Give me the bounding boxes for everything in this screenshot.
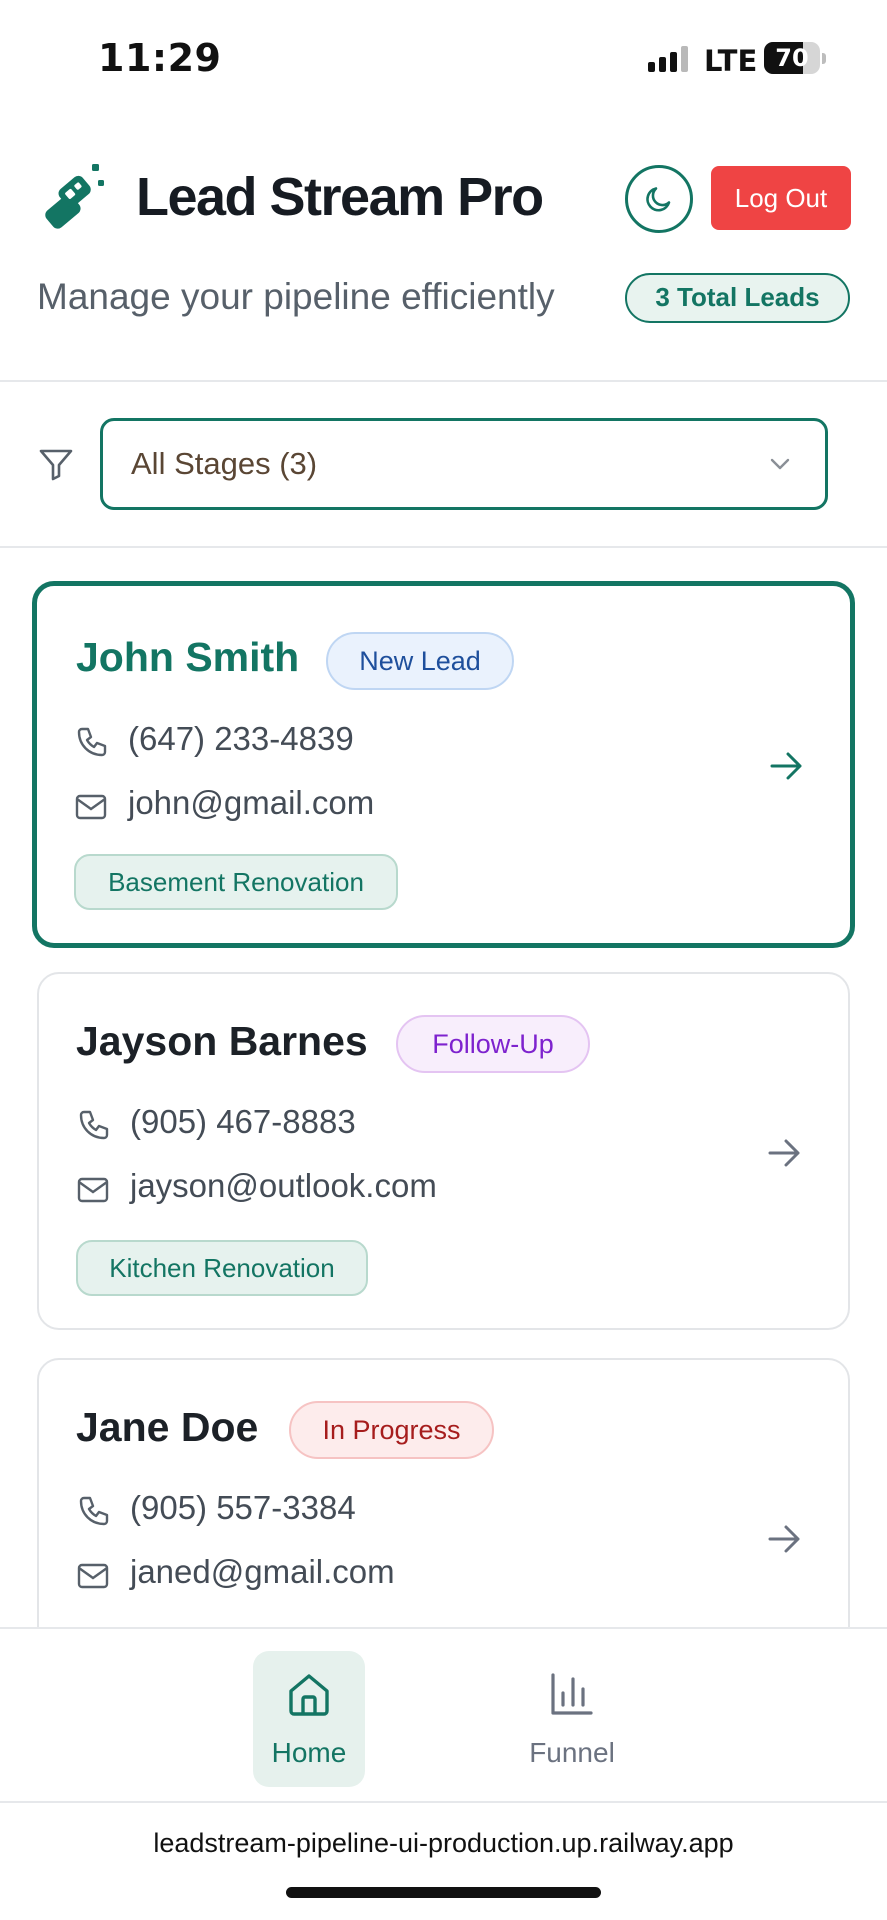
nav-funnel[interactable]: Funnel (516, 1651, 628, 1787)
stage-badge: Follow-Up (396, 1015, 590, 1073)
chevron-down-icon (770, 458, 790, 470)
arrow-right-icon[interactable] (764, 1133, 804, 1173)
stage-badge: In Progress (289, 1401, 494, 1459)
nav-home-label: Home (271, 1737, 347, 1768)
home-icon (289, 1674, 329, 1716)
arrow-right-icon[interactable] (766, 746, 806, 786)
browser-url[interactable]: leadstream-pipeline-ui-production.up.rai… (0, 1828, 887, 1859)
mail-icon (77, 1177, 109, 1203)
lead-card[interactable]: John Smith New Lead (647) 233-4839 john@… (32, 581, 855, 948)
lead-card[interactable]: Jayson Barnes Follow-Up (905) 467-8883 j… (37, 972, 850, 1330)
app-title: Lead Stream Pro (136, 167, 544, 227)
theme-toggle-button[interactable] (625, 165, 693, 233)
logout-button[interactable]: Log Out (711, 166, 851, 230)
signal-strength-icon (648, 46, 692, 72)
filter-icon (39, 449, 73, 481)
bar-chart-icon (551, 1673, 593, 1715)
battery-icon: 70 (764, 42, 826, 74)
page-subtitle: Manage your pipeline efficiently (37, 276, 555, 317)
lead-phone: (905) 557-3384 (130, 1489, 356, 1526)
lead-email: john@gmail.com (128, 784, 375, 821)
total-leads-badge: 3 Total Leads (625, 273, 850, 323)
lead-name: Jayson Barnes (76, 1018, 368, 1064)
stage-badge: New Lead (326, 632, 514, 690)
stage-filter-value: All Stages (3) (131, 446, 318, 481)
lead-email: janed@gmail.com (130, 1553, 395, 1590)
project-tag: Kitchen Renovation (76, 1240, 368, 1296)
bottom-nav: Home Funnel (0, 1627, 887, 1803)
status-bar: 11:29 LTE 70 (0, 0, 887, 110)
nav-funnel-label: Funnel (529, 1737, 615, 1768)
battery-level-text: 70 (775, 44, 809, 72)
lead-phone: (647) 233-4839 (128, 720, 354, 757)
project-tag: Basement Renovation (74, 854, 398, 910)
mail-icon (77, 1563, 109, 1589)
mail-icon (75, 794, 107, 820)
app-header: Lead Stream Pro Log Out Manage your pipe… (0, 110, 887, 382)
phone-icon (77, 727, 107, 757)
lead-stream-logo-icon (36, 162, 110, 236)
lead-email: jayson@outlook.com (130, 1167, 437, 1204)
lead-phone: (905) 467-8883 (130, 1103, 356, 1140)
home-indicator[interactable] (286, 1887, 601, 1898)
network-type: LTE (704, 44, 758, 78)
moon-icon (646, 187, 671, 212)
lead-name: John Smith (76, 634, 300, 680)
status-time: 11:29 (98, 36, 222, 80)
stage-filter-select[interactable]: All Stages (3) (100, 418, 828, 510)
phone-icon (79, 1496, 109, 1526)
phone-icon (79, 1110, 109, 1140)
filter-bar: All Stages (3) (0, 384, 887, 548)
lead-name: Jane Doe (76, 1404, 259, 1450)
nav-home[interactable]: Home (253, 1651, 365, 1787)
arrow-right-icon[interactable] (764, 1519, 804, 1559)
